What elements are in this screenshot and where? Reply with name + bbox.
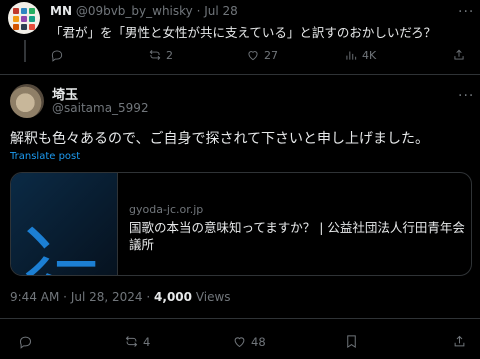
parent-header: MN @09bvb_by_whisky · Jul 28 [50,4,238,18]
bookmark-icon [347,335,356,349]
avatar-saitama[interactable] [10,84,44,118]
parent-view-count: 4K [362,48,377,62]
link-card-thumbnail: 、行 [11,173,117,275]
heart-icon [234,337,245,348]
share-icon [454,335,465,347]
repost-icon [125,336,138,347]
avatar-mn[interactable] [8,2,40,34]
views-icon [346,51,357,60]
divider [0,74,480,75]
repost-icon [149,50,161,60]
main-like-count: 48 [251,334,266,349]
parent-repost-count: 2 [166,48,173,62]
post-date[interactable]: Jul 28, 2024 [71,290,143,304]
main-handle[interactable]: @saitama_5992 [52,101,149,115]
main-reply-button[interactable] [18,334,37,349]
link-card[interactable]: 、行 gyoda-jc.or.jp 国歌の本当の意味知ってますか？ | 公益社団… [10,172,472,276]
reply-icon [51,50,63,62]
divider-2 [0,318,480,319]
parent-reply-button[interactable] [50,48,68,62]
parent-post-text: 「君が」を「男性と女性が共に支えている」と訳すのおかしいだろ？ [50,25,437,40]
meta-dot: · [63,290,67,304]
views-label: Views [195,290,231,304]
link-card-title: 国歌の本当の意味知ってますか？ | 公益社団法人行田青年会議所 [129,220,465,252]
parent-more-button[interactable]: ··· [458,4,474,20]
parent-separator: · [196,4,201,18]
main-more-button[interactable]: ··· [458,88,474,104]
thumbnail-text: 、行 [23,173,102,275]
main-share-button[interactable] [452,334,467,349]
post-meta: 9:44 AM · Jul 28, 2024 · 4,000 Views [10,290,231,304]
parent-actions: 2 27 4K [50,48,470,64]
parent-repost-button[interactable]: 2 [148,48,173,62]
post-time[interactable]: 9:44 AM [10,290,59,304]
main-bookmark-button[interactable] [344,334,359,349]
main-repost-button[interactable]: 4 [124,334,150,349]
main-post-text: 解釈も色々あるので、ご自身で探されて下さいと申し上げました。 [10,131,430,147]
link-card-domain: gyoda-jc.or.jp [129,203,204,216]
parent-share-button[interactable] [452,48,466,62]
view-count: 4,000 [154,290,192,304]
parent-handle[interactable]: @09bvb_by_whisky [76,4,193,18]
meta-dot-2: · [146,290,151,304]
main-repost-count: 4 [143,334,151,349]
thread-line [24,40,26,62]
share-icon [454,49,464,60]
card-divider [117,173,118,275]
parent-display-name[interactable]: MN [50,4,72,18]
main-actions: 4 48 [0,334,480,352]
parent-like-count: 27 [264,48,278,62]
reply-icon [19,336,32,349]
parent-views-button[interactable]: 4K [344,48,376,62]
parent-like-button[interactable]: 27 [246,48,278,62]
parent-date[interactable]: Jul 28 [204,4,238,18]
main-like-button[interactable]: 48 [232,334,266,349]
translate-post-link[interactable]: Translate post [10,151,80,162]
heart-icon [248,51,258,61]
